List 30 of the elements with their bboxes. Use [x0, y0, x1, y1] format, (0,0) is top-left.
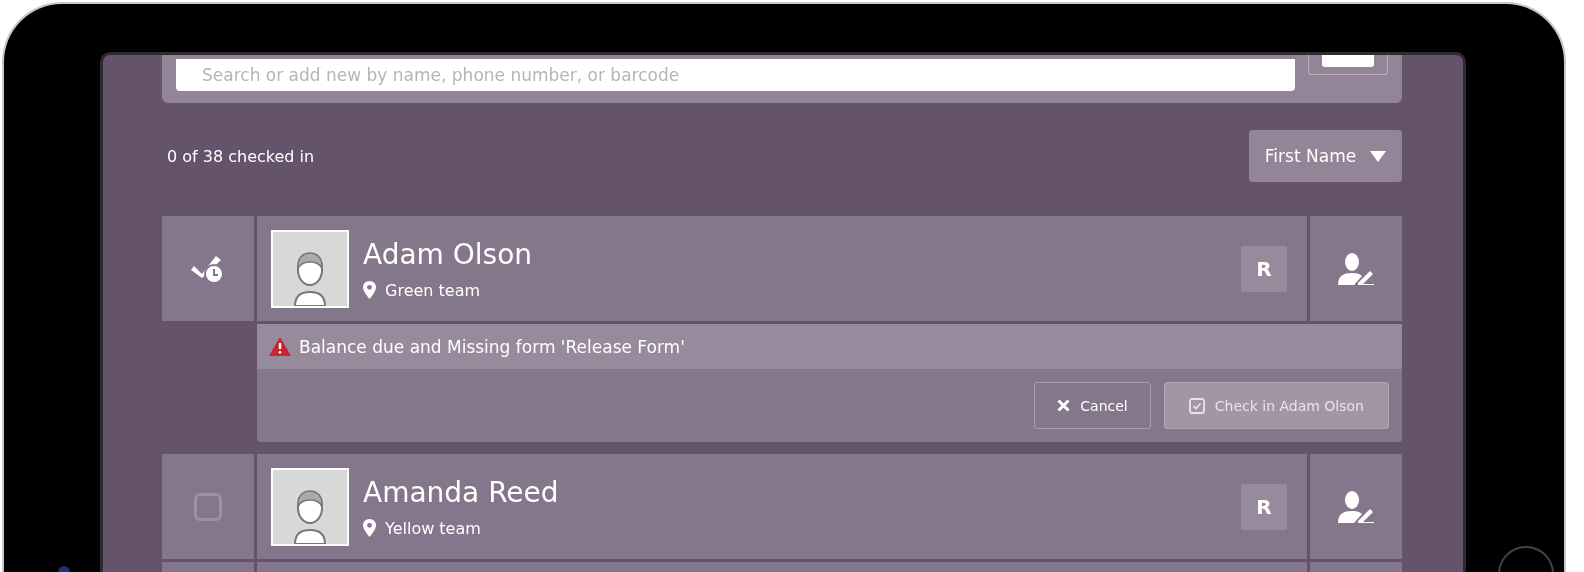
check-in-toggle[interactable]: [162, 454, 254, 559]
child-avatar-icon: [271, 229, 349, 308]
checked-in-count: 0 of 38 checked in: [166, 146, 315, 166]
role-badge: R: [1241, 483, 1287, 530]
person-name: Amanda Reed: [363, 475, 560, 509]
checkbox-check-icon: [1188, 397, 1205, 414]
caret-down-icon: [1370, 150, 1387, 162]
edit-person-button[interactable]: [1310, 454, 1402, 559]
sort-dropdown[interactable]: First Name: [1249, 130, 1402, 182]
location-pin-icon: [363, 281, 376, 299]
scan-button[interactable]: [1308, 55, 1388, 75]
location-pin-icon: [363, 519, 376, 537]
warning-icon: [269, 337, 291, 356]
search-field[interactable]: Search or add new by name, phone number, or barcode: [176, 59, 1295, 91]
user-edit-icon: [1338, 252, 1374, 285]
person-name: Adam Olson: [363, 237, 534, 271]
check-in-toggle[interactable]: [162, 216, 254, 321]
cancel-button[interactable]: Cancel: [1034, 382, 1151, 429]
person-location: Yellow team: [385, 518, 481, 538]
close-icon: [1057, 399, 1071, 412]
role-badge: R: [1241, 245, 1287, 292]
child-avatar-icon: [271, 467, 349, 546]
check-in-button[interactable]: Check in Adam Olson: [1163, 382, 1389, 429]
alert-message: Balance due and Missing form 'Release Form': [299, 336, 685, 357]
checkbox[interactable]: [194, 492, 222, 521]
edit-person-button[interactable]: [1310, 216, 1402, 321]
person-location: Green team: [385, 280, 481, 300]
user-edit-icon: [1338, 490, 1374, 523]
scanner-icon: [1322, 55, 1374, 67]
check-clock-icon: [191, 253, 225, 284]
